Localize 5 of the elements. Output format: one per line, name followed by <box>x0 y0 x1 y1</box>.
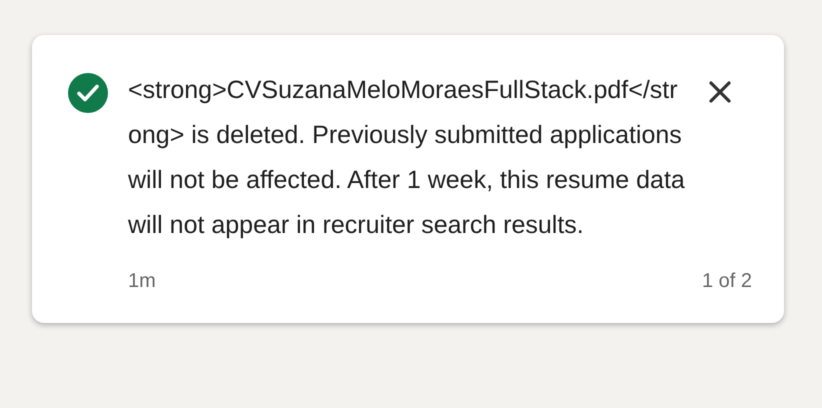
page-counter: 1 of 2 <box>702 270 752 293</box>
close-icon <box>708 80 732 104</box>
timestamp: 1m <box>128 270 156 293</box>
check-circle-icon <box>68 73 108 113</box>
toast-message: <strong>CVSuzanaMeloMoraesFullStack.pdf</strong> is deleted. Previously submitted applications will not be affected. After 1 week, this resume data will not appear in recruiter search results. <box>128 75 686 241</box>
